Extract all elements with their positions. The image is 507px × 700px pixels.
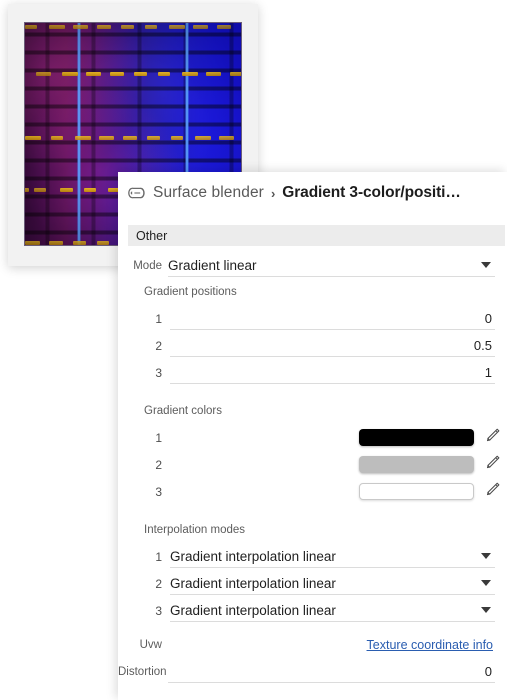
distortion-input[interactable]: 0 — [168, 660, 495, 683]
interpolation-mode-value-3: Gradient interpolation linear — [170, 602, 336, 618]
gradient-position-value-1: 0 — [484, 310, 492, 326]
breadcrumb: Surface blender › Gradient 3-color/posit… — [128, 178, 503, 208]
panel-rows: Mode Gradient linear Gradient positions … — [118, 252, 507, 685]
gradient-colors-label: Gradient colors — [144, 405, 222, 417]
gradient-position-index-2: 2 — [155, 338, 162, 353]
gradient-position-index-3: 3 — [155, 365, 162, 380]
interpolation-mode-index-3: 3 — [155, 603, 162, 618]
uvw-label: Uvw — [139, 638, 162, 651]
gradient-color-swatch-2[interactable] — [359, 456, 474, 473]
gradient-color-swatch-1[interactable] — [359, 429, 474, 446]
breadcrumb-current[interactable]: Gradient 3-color/positi… — [282, 184, 460, 202]
group-label-gradient-positions: Gradient positions — [118, 279, 507, 305]
gradient-color-swatch-3[interactable] — [359, 483, 474, 500]
mode-value: Gradient linear — [168, 257, 257, 273]
row-mode[interactable]: Mode Gradient linear — [118, 252, 507, 279]
row-gradient-color-1[interactable]: 1 — [118, 424, 507, 451]
row-gradient-color-3[interactable]: 3 — [118, 478, 507, 505]
gradient-position-input-3[interactable]: 1 — [170, 361, 495, 384]
row-gradient-position-1[interactable]: 1 0 — [118, 305, 507, 332]
gradient-position-input-1[interactable]: 0 — [170, 307, 495, 330]
interpolation-mode-dropdown-3[interactable]: Gradient interpolation linear — [170, 599, 495, 622]
gradient-position-value-2: 0.5 — [473, 337, 492, 353]
spacer-after-colors — [118, 505, 507, 517]
row-gradient-position-3[interactable]: 3 1 — [118, 359, 507, 386]
gradient-color-controls-3 — [170, 481, 507, 503]
properties-panel: Surface blender › Gradient 3-color/posit… — [118, 172, 507, 700]
distortion-value: 0 — [484, 663, 492, 679]
spacer-after-interpolation — [118, 624, 507, 631]
interpolation-mode-index-2: 2 — [155, 576, 162, 591]
gradient-positions-label: Gradient positions — [144, 286, 237, 298]
gradient-position-value-3: 1 — [484, 364, 492, 380]
row-gradient-color-2[interactable]: 2 — [118, 451, 507, 478]
row-gradient-position-2[interactable]: 2 0.5 — [118, 332, 507, 359]
interpolation-mode-value-1: Gradient interpolation linear — [170, 548, 336, 564]
gradient-position-input-2[interactable]: 0.5 — [170, 334, 495, 357]
chevron-down-icon-1[interactable] — [481, 553, 491, 559]
interpolation-modes-label: Interpolation modes — [144, 524, 246, 536]
gradient-color-controls-2 — [170, 454, 507, 476]
chevron-down-icon[interactable] — [481, 262, 491, 268]
uvw-value-area: Texture coordinate info — [168, 634, 495, 656]
interpolation-mode-value-2: Gradient interpolation linear — [170, 575, 336, 591]
pencil-icon-1[interactable] — [484, 427, 501, 449]
group-label-interpolation-modes: Interpolation modes — [118, 517, 507, 543]
mode-dropdown[interactable]: Gradient linear — [168, 254, 495, 277]
row-interpolation-mode-3[interactable]: 3 Gradient interpolation linear — [118, 597, 507, 624]
texture-coordinate-info-link[interactable]: Texture coordinate info — [168, 638, 495, 652]
gradient-color-index-3: 3 — [155, 484, 162, 499]
surface-blender-icon — [128, 186, 146, 200]
interpolation-mode-dropdown-1[interactable]: Gradient interpolation linear — [170, 545, 495, 568]
gradient-color-controls-1 — [170, 427, 507, 449]
pencil-icon-2[interactable] — [484, 454, 501, 476]
section-header-label: Other — [136, 228, 168, 243]
row-interpolation-mode-1[interactable]: 1 Gradient interpolation linear — [118, 543, 507, 570]
group-label-gradient-colors: Gradient colors — [118, 398, 507, 424]
gradient-position-index-1: 1 — [155, 311, 162, 326]
distortion-label: Distortion — [118, 665, 167, 678]
chevron-down-icon-2[interactable] — [481, 580, 491, 586]
gradient-color-index-2: 2 — [155, 457, 162, 472]
gradient-color-index-1: 1 — [155, 430, 162, 445]
pencil-icon-3[interactable] — [484, 481, 501, 503]
interpolation-mode-index-1: 1 — [155, 549, 162, 564]
section-header-other: Other — [128, 225, 505, 246]
breadcrumb-separator-icon: › — [270, 185, 276, 201]
mode-label: Mode — [133, 259, 162, 272]
row-interpolation-mode-2[interactable]: 2 Gradient interpolation linear — [118, 570, 507, 597]
breadcrumb-parent[interactable]: Surface blender — [153, 184, 264, 202]
row-distortion[interactable]: Distortion 0 — [118, 658, 507, 685]
spacer-after-positions — [118, 386, 507, 398]
row-uvw[interactable]: Uvw Texture coordinate info — [118, 631, 507, 658]
interpolation-mode-dropdown-2[interactable]: Gradient interpolation linear — [170, 572, 495, 595]
chevron-down-icon-3[interactable] — [481, 607, 491, 613]
